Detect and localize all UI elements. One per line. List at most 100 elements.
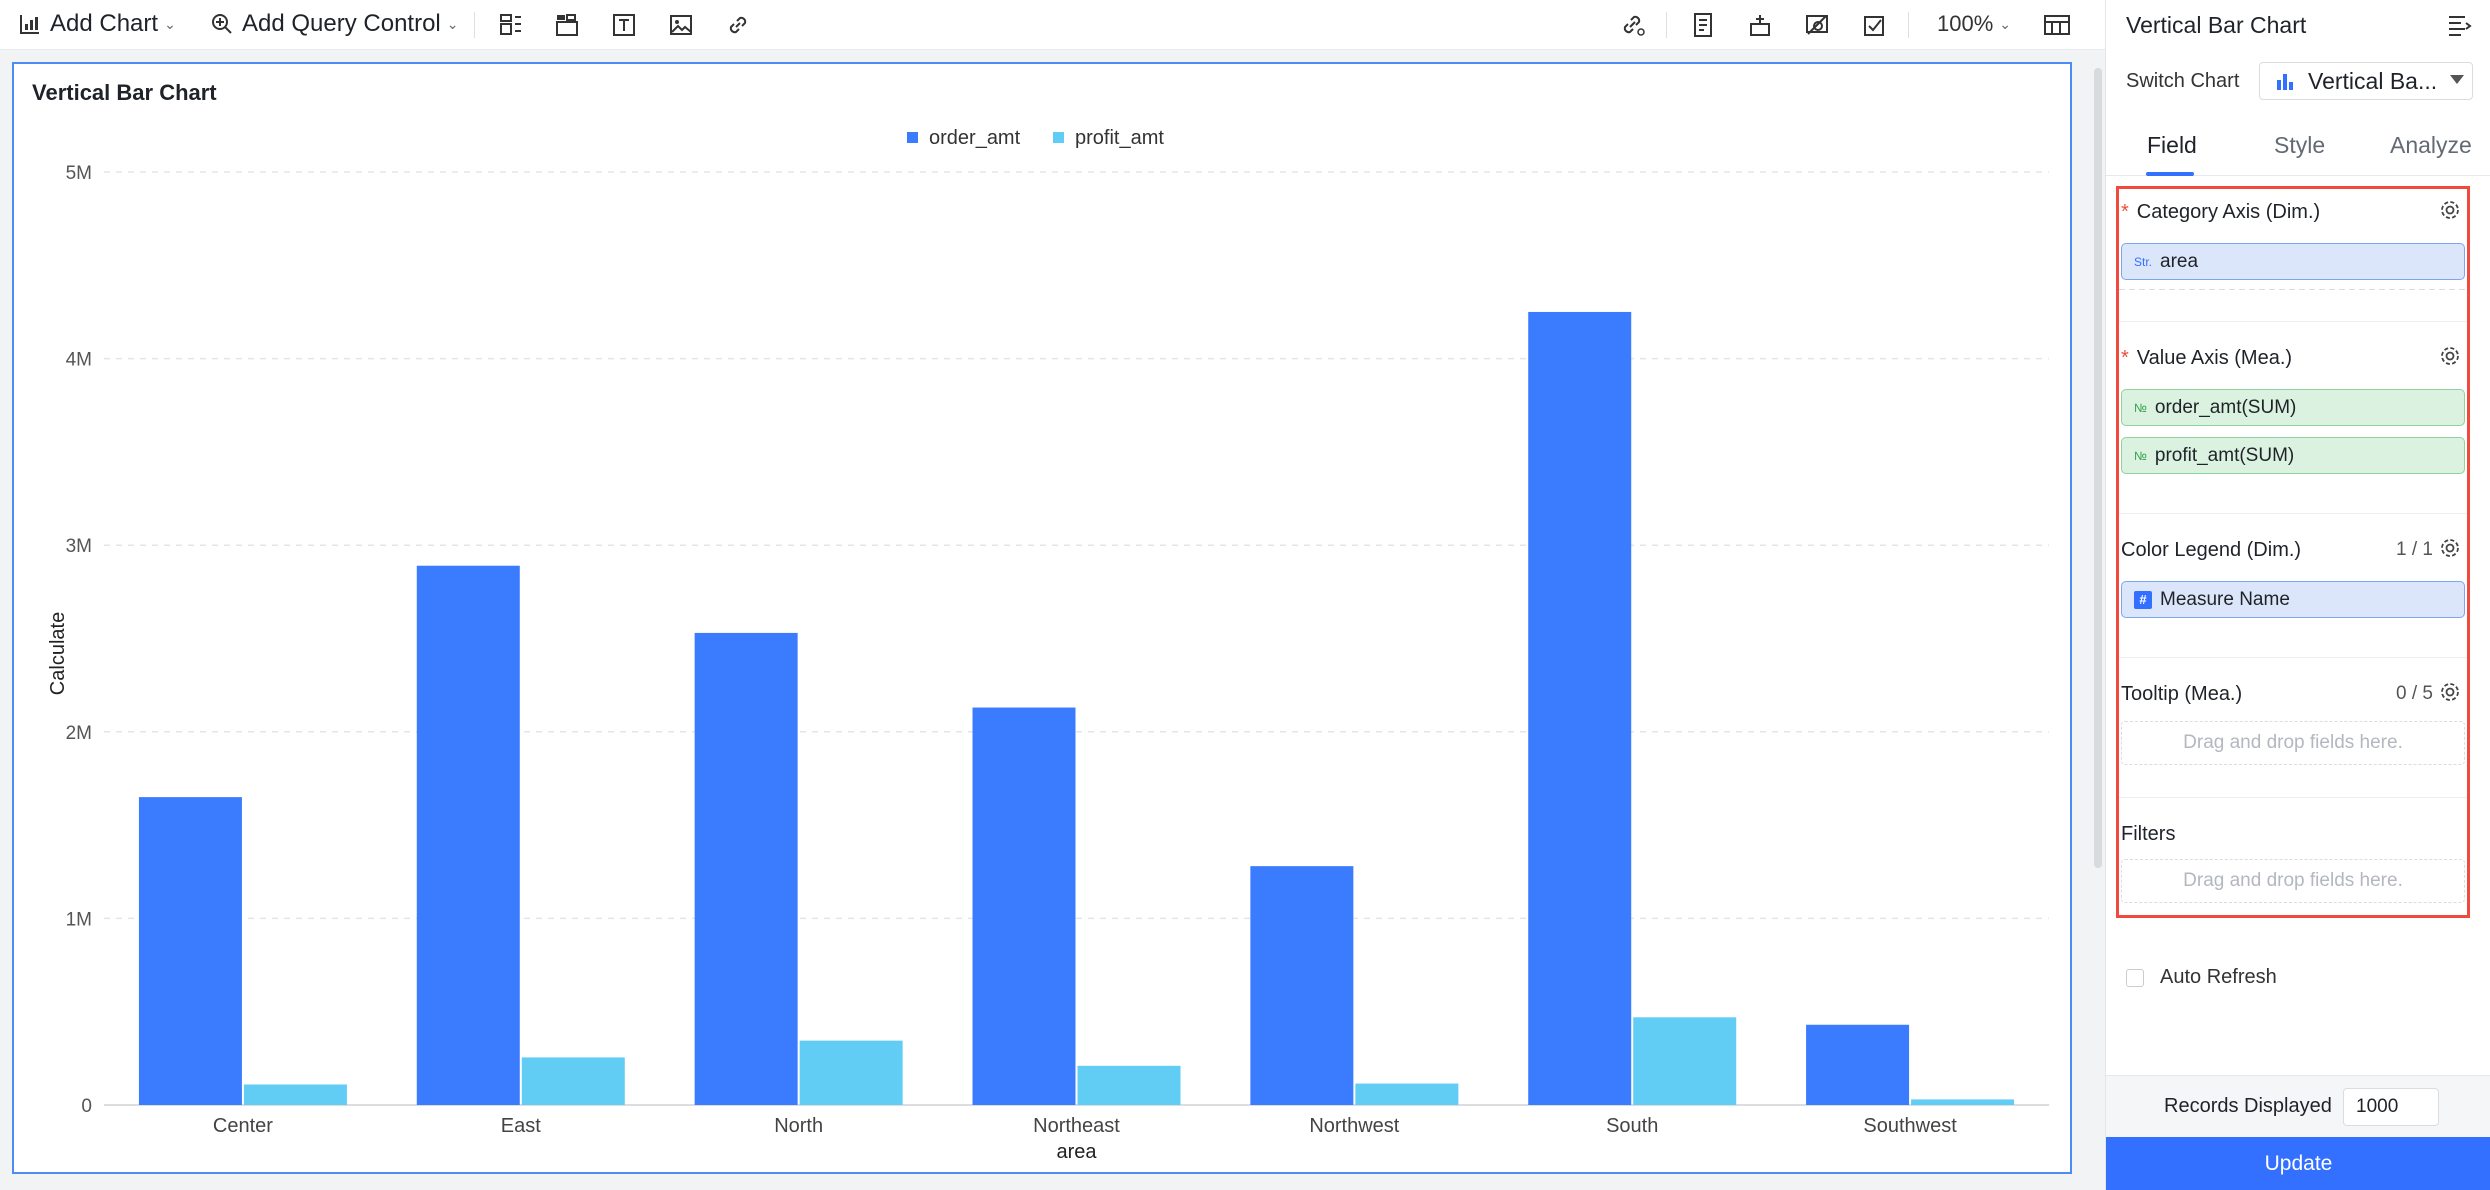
- value-axis-field-chip[interactable]: № profit_amt(SUM): [2121, 437, 2465, 474]
- bar-order_amt: [416, 565, 520, 1105]
- image-component-icon[interactable]: [664, 8, 698, 42]
- bar-chart: 0 1M 2M 3M 4M 5M Center East North Northeast North…: [47, 127, 2049, 1163]
- panel-title: Vertical Bar Chart: [2126, 12, 2307, 38]
- value-axis-field-label: profit_amt(SUM): [2154, 444, 2295, 466]
- section-divider: [2119, 321, 2467, 322]
- color-legend-title: Color Legend (Dim.): [2121, 539, 2302, 561]
- x-tick-label: Northeast: [1033, 1115, 1120, 1137]
- tab-component-icon[interactable]: [550, 8, 584, 42]
- toolbar-divider: [1908, 12, 1909, 38]
- gear-icon[interactable]: [2439, 681, 2461, 703]
- layout-component-icon[interactable]: [494, 8, 528, 42]
- number-type-icon: №: [2134, 400, 2147, 415]
- legend-label: order_amt: [929, 127, 1021, 149]
- switch-chart-value: Vertical Ba...: [2308, 67, 2438, 94]
- add-query-control-label: Add Query Control: [242, 10, 441, 37]
- hash-icon: #: [2134, 590, 2152, 609]
- add-chart-label: Add Chart: [50, 10, 159, 37]
- checkbox-icon[interactable]: [2126, 968, 2144, 987]
- zoom-plus-icon: [212, 14, 232, 34]
- document-icon[interactable]: [1686, 8, 1720, 42]
- bar-profit_amt: [1911, 1099, 2015, 1105]
- y-tick-label: 2M: [66, 723, 92, 744]
- link-component-icon[interactable]: [721, 8, 755, 42]
- drop-zone-divider: [2119, 289, 2467, 290]
- chevron-down-icon: ⌄: [164, 15, 176, 32]
- category-axis-field-label: area: [2160, 250, 2199, 272]
- color-legend-field-chip[interactable]: # Measure Name: [2121, 581, 2465, 618]
- chart-link-icon[interactable]: [1616, 8, 1650, 42]
- style-brush-icon[interactable]: [1743, 8, 1777, 42]
- bar-order_amt: [972, 707, 1076, 1105]
- bar-order_amt: [694, 632, 798, 1105]
- filters-title: Filters: [2121, 823, 2176, 845]
- tab-style[interactable]: Style: [2274, 132, 2325, 159]
- tab-field[interactable]: Field: [2147, 132, 2197, 159]
- preview-icon[interactable]: [1800, 8, 1834, 42]
- gear-icon[interactable]: [2439, 537, 2461, 559]
- value-axis-label: Value Axis (Mea.): [2136, 347, 2293, 369]
- tooltip-drop-zone[interactable]: Drag and drop fields here.: [2121, 721, 2465, 765]
- x-tick-label: South: [1606, 1115, 1658, 1137]
- canvas-scrollbar[interactable]: [2094, 68, 2102, 868]
- zoom-value: 100%: [1937, 11, 1994, 36]
- checklist-icon[interactable]: [1857, 8, 1891, 42]
- add-query-control-button[interactable]: Add Query Control ⌄: [210, 0, 459, 48]
- toolbar-divider: [474, 12, 475, 38]
- section-divider: [2119, 797, 2467, 798]
- records-displayed-input[interactable]: [2343, 1088, 2439, 1126]
- auto-refresh-label: Auto Refresh: [2160, 966, 2277, 988]
- auto-refresh-checkbox[interactable]: Auto Refresh: [2126, 966, 2277, 989]
- chevron-down-icon: ⌄: [446, 15, 459, 32]
- section-divider: [2119, 513, 2467, 514]
- bar-chart-icon: [20, 15, 39, 34]
- color-legend-count: 1 / 1: [2396, 539, 2433, 560]
- tab-analyze[interactable]: Analyze: [2390, 132, 2472, 159]
- value-axis-title: * Value Axis (Mea.): [2121, 347, 2292, 370]
- bar-order_amt: [1528, 311, 1632, 1105]
- text-component-icon[interactable]: [607, 8, 641, 42]
- number-type-icon: №: [2134, 448, 2147, 463]
- layout-settings-icon[interactable]: [2040, 8, 2074, 42]
- chart-card[interactable]: Vertical Bar Chart 0 1M 2M 3M 4M 5M Center East…: [12, 62, 2072, 1174]
- value-axis-field-chip[interactable]: № order_amt(SUM): [2121, 389, 2465, 426]
- y-tick-label: 0: [81, 1096, 92, 1117]
- string-type-icon: Str.: [2134, 254, 2153, 269]
- add-chart-button[interactable]: Add Chart ⌄: [18, 0, 176, 48]
- tooltip-count: 0 / 5: [2396, 683, 2433, 704]
- active-tab-indicator: [2146, 172, 2194, 176]
- legend-label: profit_amt: [1075, 127, 1164, 149]
- switch-chart-select[interactable]: Vertical Ba...: [2259, 62, 2473, 100]
- filters-drop-zone[interactable]: Drag and drop fields here.: [2121, 859, 2465, 903]
- bar-order_amt: [1250, 866, 1354, 1105]
- bar-profit_amt: [521, 1057, 625, 1105]
- field-config-area: * Category Axis (Dim.) Str. area * Value Ax…: [2116, 186, 2470, 918]
- x-tick-label: Northwest: [1309, 1115, 1399, 1137]
- zoom-dropdown[interactable]: 100% ⌄: [1937, 0, 2011, 48]
- x-tick-label: North: [774, 1115, 823, 1137]
- required-mark: *: [2121, 201, 2129, 223]
- x-tick-label: Southwest: [1863, 1115, 1957, 1137]
- x-tick-label: Center: [213, 1115, 273, 1137]
- bar-order_amt: [138, 797, 242, 1105]
- required-mark: *: [2121, 347, 2129, 369]
- legend-swatch: [1053, 132, 1064, 143]
- caret-down-icon: [2450, 75, 2464, 84]
- update-button[interactable]: Update: [2106, 1137, 2490, 1190]
- gear-icon[interactable]: [2439, 345, 2461, 367]
- bar-profit_amt: [243, 1084, 347, 1105]
- x-axis-title: area: [1056, 1141, 1097, 1163]
- legend-swatch: [907, 132, 918, 143]
- switch-chart-label: Switch Chart: [2126, 70, 2240, 92]
- bar-profit_amt: [1355, 1083, 1459, 1105]
- category-axis-field-chip[interactable]: Str. area: [2121, 243, 2465, 280]
- category-axis-label: Category Axis (Dim.): [2136, 201, 2321, 223]
- y-tick-label: 5M: [66, 163, 92, 184]
- collapse-menu-icon[interactable]: [2446, 12, 2472, 38]
- bar-chart-icon: [2277, 74, 2293, 90]
- color-legend-field-label: Measure Name: [2160, 588, 2290, 610]
- records-displayed-bar: Records Displayed: [2106, 1075, 2490, 1137]
- gear-icon[interactable]: [2439, 199, 2461, 221]
- y-tick-label: 1M: [66, 909, 92, 930]
- tooltip-title: Tooltip (Mea.): [2121, 683, 2243, 705]
